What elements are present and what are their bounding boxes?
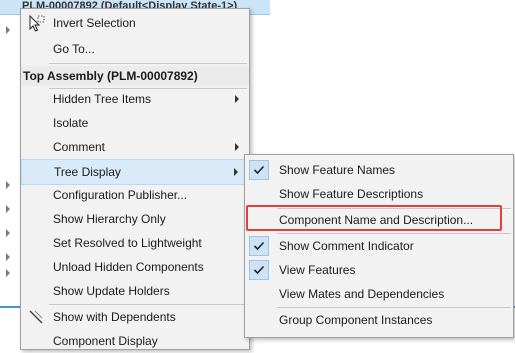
menu-item-label: Tree Display <box>54 165 121 179</box>
tree-display-submenu: Show Feature Names Show Feature Descript… <box>244 154 514 338</box>
submenu-arrow-icon <box>234 168 238 176</box>
menu-item-tree-display[interactable]: Tree Display <box>21 159 249 185</box>
submenu-item-view-features[interactable]: View Features <box>245 258 513 282</box>
tree-divider <box>0 306 22 308</box>
menu-item-configuration-publisher[interactable]: Configuration Publisher... <box>21 183 249 207</box>
submenu-item-label: View Mates and Dependencies <box>279 287 445 301</box>
menu-separator <box>49 63 247 64</box>
menu-header: Top Assembly (PLM-00007892) <box>21 66 249 86</box>
menu-item-set-resolved-lightweight[interactable]: Set Resolved to Lightweight <box>21 231 249 255</box>
menu-item-show-hierarchy-only[interactable]: Show Hierarchy Only <box>21 207 249 231</box>
tree-expand-arrow-icon[interactable] <box>6 229 10 237</box>
submenu-item-label: Show Feature Descriptions <box>279 187 424 201</box>
menu-item-unload-hidden-components[interactable]: Unload Hidden Components <box>21 255 249 279</box>
menu-item-label: Hidden Tree Items <box>53 92 152 106</box>
dependents-icon <box>27 308 45 326</box>
check-icon <box>249 236 269 256</box>
menu-item-label: Component Display <box>53 334 158 348</box>
submenu-item-label: Group Component Instances <box>279 313 433 327</box>
tree-expand-arrow-icon[interactable] <box>6 26 10 34</box>
submenu-item-show-comment-indicator[interactable]: Show Comment Indicator <box>245 234 513 258</box>
check-icon <box>249 260 269 280</box>
submenu-item-label: View Features <box>279 263 356 277</box>
menu-item-show-update-holders[interactable]: Show Update Holders <box>21 279 249 303</box>
menu-item-show-with-dependents[interactable]: Show with Dependents <box>21 305 249 329</box>
menu-item-label: Configuration Publisher... <box>53 188 188 202</box>
submenu-arrow-icon <box>235 95 239 103</box>
menu-item-label: Show Hierarchy Only <box>53 212 166 226</box>
context-menu: Invert Selection Go To... Top Assembly (… <box>20 8 250 350</box>
menu-item-comment[interactable]: Comment <box>21 135 249 159</box>
submenu-item-group-component-instances[interactable]: Group Component Instances <box>245 308 513 332</box>
tree-expand-arrow-icon[interactable] <box>6 205 10 213</box>
tree-expand-arrow-icon[interactable] <box>6 181 10 189</box>
menu-item-label: Comment <box>53 140 106 154</box>
menu-item-go-to[interactable]: Go To... <box>21 37 249 61</box>
menu-item-label: Show Update Holders <box>53 284 170 298</box>
menu-item-label: Unload Hidden Components <box>53 260 204 274</box>
menu-item-invert-selection[interactable]: Invert Selection <box>21 11 249 35</box>
menu-item-label: Go To... <box>53 42 95 56</box>
menu-item-component-display[interactable]: Component Display <box>21 329 249 353</box>
menu-item-label: Show with Dependents <box>53 310 176 324</box>
menu-header-label: Top Assembly (PLM-00007892) <box>23 69 198 83</box>
cursor-select-icon <box>27 14 45 32</box>
menu-item-isolate[interactable]: Isolate <box>21 111 249 135</box>
menu-item-label: Isolate <box>53 116 89 130</box>
tree-expand-arrow-icon[interactable] <box>6 269 10 277</box>
menu-item-label: Set Resolved to Lightweight <box>53 236 202 250</box>
tree-expand-arrow-icon[interactable] <box>6 253 10 261</box>
submenu-item-show-feature-descriptions[interactable]: Show Feature Descriptions <box>245 182 513 206</box>
submenu-item-show-feature-names[interactable]: Show Feature Names <box>245 158 513 182</box>
emphasis-highlight-box <box>246 205 502 231</box>
submenu-arrow-icon <box>235 143 239 151</box>
submenu-item-label: Show Feature Names <box>279 163 396 177</box>
menu-item-label: Invert Selection <box>53 16 136 30</box>
submenu-item-label: Show Comment Indicator <box>279 239 414 253</box>
check-icon <box>249 160 269 180</box>
submenu-item-view-mates-dependencies[interactable]: View Mates and Dependencies <box>245 282 513 306</box>
menu-item-hidden-tree-items[interactable]: Hidden Tree Items <box>21 87 249 111</box>
